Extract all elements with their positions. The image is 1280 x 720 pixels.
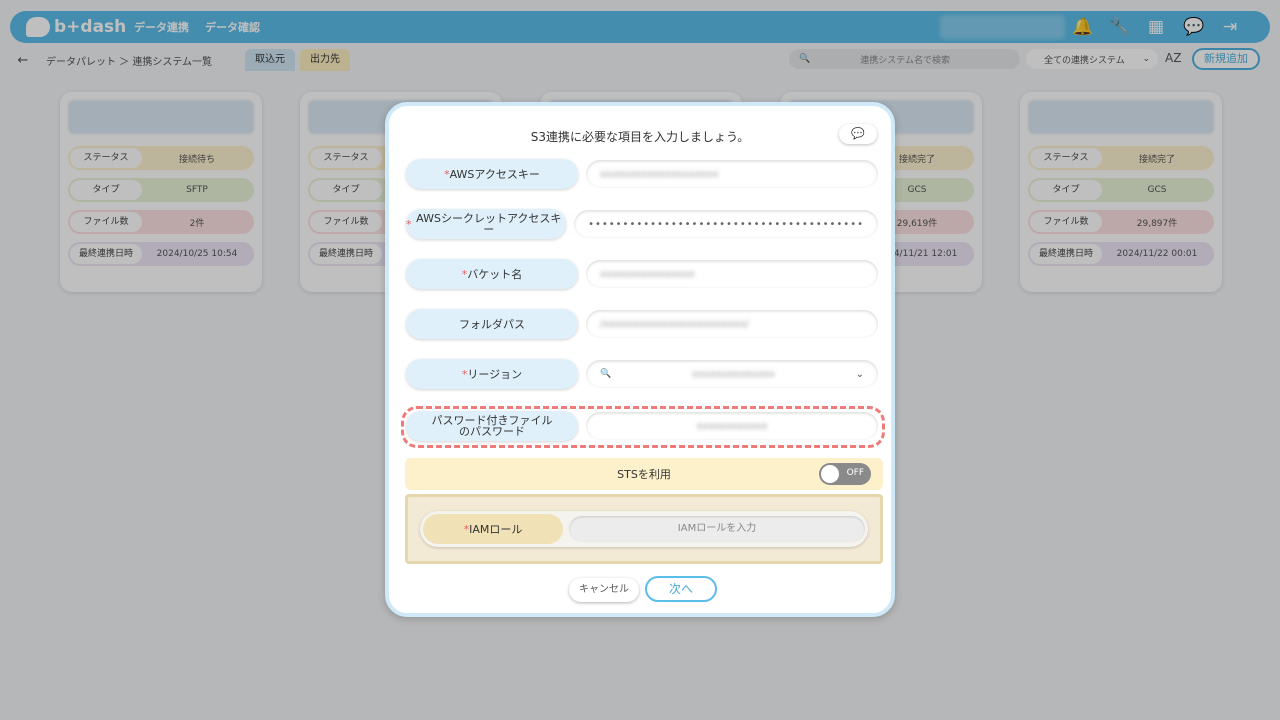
iam-role-label: * IAMロール xyxy=(423,514,563,544)
search-icon: 🔍 xyxy=(600,369,612,379)
field-secret-key: * AWSシークレットアクセスキー •••••••••••••••••••••••… xyxy=(402,204,882,244)
iam-role-field: * IAMロール IAMロールを入力 xyxy=(420,511,868,547)
toggle-knob xyxy=(821,465,839,483)
iam-role-input[interactable]: IAMロールを入力 xyxy=(569,516,865,542)
field-label-text: AWSアクセスキー xyxy=(449,167,540,181)
folder-path-value: /xxxxxxxxxxxxxxxxxxxxxxxx/ xyxy=(600,318,749,330)
sts-row: STSを利用 OFF xyxy=(405,458,883,490)
field-folder-path: フォルダパス /xxxxxxxxxxxxxxxxxxxxxxxx/ xyxy=(402,304,882,344)
bucket-value: xxxxxxxxxxxxxxxx xyxy=(600,268,695,280)
field-label-text: AWSシークレットアクセスキー xyxy=(416,212,562,236)
file-password-input[interactable]: xxxxxxxxxxxx xyxy=(586,412,878,440)
iam-role-label-text: IAMロール xyxy=(469,523,523,536)
sts-label: STSを利用 xyxy=(617,468,671,481)
field-access-key: * AWSアクセスキー xxxxxxxxxxxxxxxxxxxx xyxy=(402,154,882,194)
help-chat-icon[interactable]: 💬 xyxy=(839,124,877,144)
field-label-text: フォルダパス xyxy=(459,317,525,331)
field-label: フォルダパス xyxy=(406,309,578,339)
field-label: * AWSシークレットアクセスキー xyxy=(406,209,567,239)
field-label: * AWSアクセスキー xyxy=(406,159,578,189)
secret-key-input[interactable]: •••••••••••••••••••••••••••••••••••••••• xyxy=(574,210,878,238)
field-label: * リージョン xyxy=(406,359,578,389)
cancel-button[interactable]: キャンセル xyxy=(569,578,639,602)
field-label-text: パスワード付きファイルのパスワード xyxy=(431,414,553,438)
secret-key-value: •••••••••••••••••••••••••••••••••••••••• xyxy=(588,218,864,230)
bucket-input[interactable]: xxxxxxxxxxxxxxxx xyxy=(586,260,878,288)
folder-path-input[interactable]: /xxxxxxxxxxxxxxxxxxxxxxxx/ xyxy=(586,310,878,338)
region-select[interactable]: 🔍 xxxxxxxxxxxxxx ⌄ xyxy=(586,360,878,388)
iam-role-section: * IAMロール IAMロールを入力 xyxy=(405,494,883,564)
toggle-state: OFF xyxy=(846,468,864,478)
s3-settings-modal: S3連携に必要な項目を入力しましょう。 💬 * AWSアクセスキー xxxxxxx… xyxy=(385,102,895,617)
field-bucket: * バケット名 xxxxxxxxxxxxxxxx xyxy=(402,254,882,294)
chevron-down-icon: ⌄ xyxy=(855,368,864,380)
field-label-text: リージョン xyxy=(467,367,523,381)
file-password-value: xxxxxxxxxxxx xyxy=(696,420,768,432)
sts-toggle[interactable]: OFF xyxy=(819,463,871,485)
next-button[interactable]: 次へ xyxy=(645,576,717,602)
modal-title: S3連携に必要な項目を入力しましょう。 xyxy=(530,130,750,144)
field-label-text: バケット名 xyxy=(467,267,523,281)
field-label: パスワード付きファイルのパスワード xyxy=(406,411,578,441)
region-value: xxxxxxxxxxxxxx xyxy=(691,368,775,380)
field-region: * リージョン 🔍 xxxxxxxxxxxxxx ⌄ xyxy=(402,354,882,394)
access-key-value: xxxxxxxxxxxxxxxxxxxx xyxy=(600,168,719,180)
field-label: * バケット名 xyxy=(406,259,578,289)
access-key-input[interactable]: xxxxxxxxxxxxxxxxxxxx xyxy=(586,160,878,188)
field-file-password: パスワード付きファイルのパスワード xxxxxxxxxxxx xyxy=(402,406,882,446)
